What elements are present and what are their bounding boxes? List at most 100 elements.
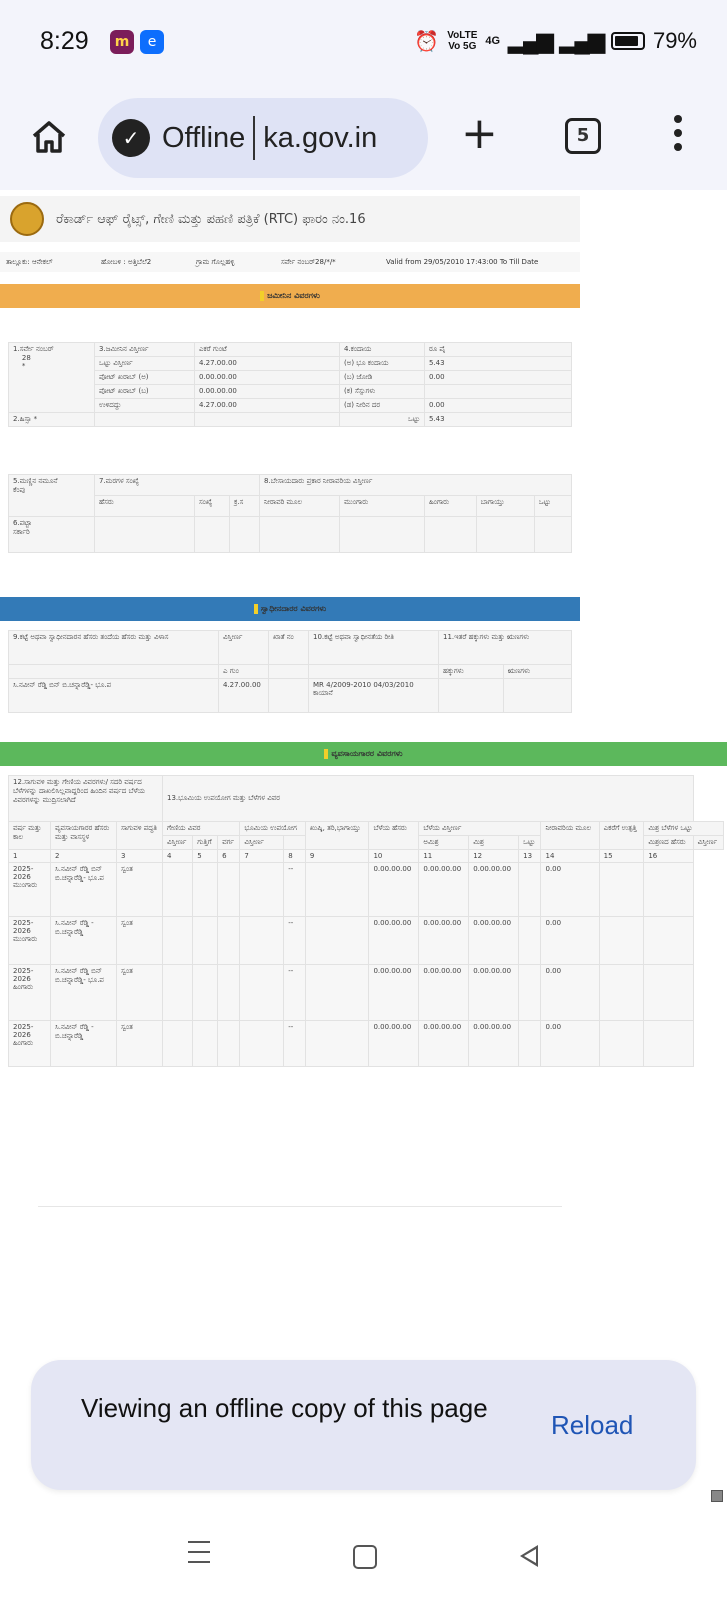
kandaya-total-value: 5.43 (424, 412, 572, 427)
row-mode: ಸ್ವಂತ (116, 916, 163, 965)
row-dash: -- (283, 862, 306, 917)
owner-extent: 4.27.00.00 (218, 678, 269, 713)
reload-button[interactable]: Reload (551, 1410, 633, 1441)
col-crop-name: ಬೆಳೆಯ ಹೆಸರು (368, 821, 420, 850)
sub-unmixed: ಅಮಿಶ್ರ (418, 835, 470, 850)
bagayat-label: ಬಾಗಾಯ್ತು (475, 495, 535, 517)
row-yield: 0.00 (540, 1020, 600, 1067)
area-unit: ಎಕರೆ ಗುಂಟೆ (194, 342, 340, 357)
tree-count-label: ಸಂಖ್ಯೆ (194, 495, 230, 517)
empty-cell (239, 916, 285, 965)
tab-switcher-icon[interactable]: 5 (565, 118, 601, 154)
haqqu-head: ಹಕ್ಕುಗಳು (438, 664, 504, 679)
empty-cell (217, 964, 241, 1021)
sub-class: ವರ್ಗ (217, 835, 241, 850)
col-misc: ಖುಷ್ಕಿ, ತರಿ,ಭಾಗಾಯ್ತು (304, 821, 370, 850)
system-nav-bar (0, 1515, 727, 1600)
empty-cell (217, 916, 241, 965)
survey-label: 1.ಸರ್ವೇ ನಂಬರ್ (13, 345, 54, 353)
empty-cell (643, 964, 694, 1021)
empty-cell (161, 1020, 194, 1067)
empty-cell (598, 1020, 645, 1067)
empty-cell (229, 516, 260, 553)
row-cultivator: ಸಿ.ನವೀನ್ ರೆಡ್ಡಿ - ಬಿ.ಚನ್ನಾರೆಡ್ಡಿ (50, 916, 117, 965)
col-mixed-total: ಮಿಶ್ರ ಬೆಳೆಗಳ ಒಟ್ಟು (643, 821, 724, 836)
url-text[interactable]: ka.gov.in (263, 122, 377, 155)
address-bar[interactable]: ✓ Offline ka.gov.in (98, 98, 428, 178)
empty-cell (283, 835, 306, 850)
row-unmixed: 0.00.00.00 (368, 862, 420, 917)
owner-name-head: 9.ಕಟ್ಟೆ ಅಥವಾ ಸ್ವಾಧೀನದಾರನ ಹೆಸರು ತಂದೆಯ ಹೆಸ… (8, 630, 219, 665)
column-number-row: 1 2 3 4 5 6 7 8 9 10 11 12 13 14 15 16 (8, 849, 724, 863)
crop-head-12: 12.ಸಾಗುವಳಿ ಮತ್ತು ಗೇಣಿಯ ವಿವರಗಳು/ ಸದರಿ ವರ್… (8, 775, 163, 822)
owner-table: 9.ಕಟ್ಟೆ ಅಥವಾ ಸ್ವಾಧೀನದಾರನ ಹೆಸರು ತಂದೆಯ ಹೆಸ… (8, 630, 573, 713)
balance-value: 4.27.00.00 (194, 398, 340, 413)
empty-cell (502, 678, 573, 713)
plus-icon[interactable]: + (461, 112, 498, 156)
col-land-use: ಭೂಮಿಯ ಉಪಯೋಗ (239, 821, 306, 836)
home-nav-icon[interactable] (353, 1545, 377, 1569)
mungaru-label: ಮುಂಗಾರು (339, 495, 425, 517)
row-unmixed: 0.00.00.00 (368, 964, 420, 1021)
col-mode: ಸಾಗುವಳಿ ಪದ್ಧತಿ (116, 821, 163, 850)
recents-icon[interactable] (188, 1541, 210, 1571)
mutation-ref: MR 4/2009-2010 04/03/2010 (313, 681, 414, 689)
sub-lease: ಗುತ್ತಿಗೆ (192, 835, 219, 850)
rtc-meta: ತಾಲ್ಲೂಕು: ಆನೇಕಲ್ ಹೋಬಳಿ : ಅತ್ತಿಬೆಲೆ2 ಗ್ರಾ… (0, 252, 580, 272)
empty-cell (598, 862, 645, 917)
col-irrigation: ನೀರಾವರಿಯ ಮೂಲ (540, 821, 600, 850)
soil-table: 5.ಮಣ್ಣಿನ ನಮೂನೆ ಕೆಂಪು 7.ಮರಗಳ ಸಂಖ್ಯೆ 8.ಬೇಸಾಯದ… (8, 474, 573, 553)
col-year: ವರ್ಷ ಮತ್ತು ಕಾಲ (8, 821, 51, 850)
row-total: 0.00.00.00 (468, 964, 520, 1021)
empty-cell (259, 516, 340, 553)
row-year: 2025-2026 ಹಿಂಗಾರು (8, 1020, 51, 1067)
row-total: 0.00.00.00 (468, 1020, 520, 1067)
back-icon[interactable] (520, 1545, 538, 1567)
empty-cell (161, 964, 194, 1021)
empty-cell (239, 1020, 285, 1067)
survey-cell: 1.ಸರ್ವೇ ನಂಬರ್ 28 * (8, 342, 95, 413)
offline-download-icon[interactable]: ✓ (112, 119, 150, 157)
col-num: 10 (368, 849, 420, 863)
row-mode: ಸ್ವಂತ (116, 1020, 163, 1067)
row-mixed: 0.00.00.00 (418, 862, 470, 917)
mutation-cell: MR 4/2009-2010 04/03/2010 ಕಾಯಾನೆ (308, 678, 439, 713)
table-row: 2025-2026 ಹಿಂಗಾರು ಸಿ.ನವೀನ್ ರೆಡ್ಡಿ - ಬಿ.ಚನ… (8, 1020, 724, 1067)
land-revenue-value: 5.43 (424, 356, 572, 371)
irrigation-head: 8.ಬೇಸಾಯದಾರು ಪ್ರಕಾರ ನೀರಾವರಿಯ ವಿಸ್ತೀರ್ಣ (259, 474, 572, 496)
row-unmixed: 0.00.00.00 (368, 1020, 420, 1067)
col-num: 6 (217, 849, 241, 863)
empty-cell (518, 1020, 542, 1067)
empty-cell (268, 678, 309, 713)
volte-label: VoLTE (447, 30, 478, 41)
empty-cell (192, 1020, 219, 1067)
empty-cell (161, 862, 194, 917)
empty-cell (304, 1020, 370, 1067)
area-label: 3.ಜಮೀನಿನ ವಿಸ್ತೀರ್ಣ (94, 342, 195, 357)
soil-label: 5.ಮಣ್ಣಿನ ನಮೂನೆ (13, 477, 58, 485)
more-vertical-icon[interactable] (673, 115, 683, 157)
offline-label: Offline (162, 121, 246, 154)
empty-cell (217, 1020, 241, 1067)
sub-mix-name: ಮಿಶ್ರಣದ ಹೆಸರು (643, 835, 694, 850)
survey-star: * (21, 362, 26, 370)
cess-label: (ಕ) ಸೆಸ್ಸುಗಳು (339, 384, 425, 399)
sub-mixed: ಮಿಶ್ರ (468, 835, 520, 850)
water-rate-value: 0.00 (424, 398, 572, 413)
col-num: 2 (50, 849, 117, 863)
home-icon[interactable] (30, 118, 68, 156)
scrollbar-thumb[interactable] (711, 1490, 723, 1502)
snackbar-message: Viewing an offline copy of this page (81, 1393, 488, 1423)
khata-head: ಖಾತೆ ನಂ (268, 630, 309, 665)
cess-value (424, 384, 572, 399)
empty-cell (643, 862, 694, 917)
row-cultivator: ಸಿ.ನವೀನ್ ರೆಡ್ಡಿ - ಬಿ.ಚನ್ನಾರೆಡ್ಡಿ (50, 1020, 117, 1067)
empty-cell (192, 862, 219, 917)
signal-icon: ▂▄▆ (508, 28, 553, 53)
crop-table: 12.ಸಾಗುವಳಿ ಮತ್ತು ಗೇಣಿಯ ವಿವರಗಳು/ ಸದರಿ ವರ್… (8, 775, 725, 1067)
sub-total: ಒಟ್ಟು (518, 835, 542, 850)
row-year: 2025-2026 ಮುಂಗಾರು (8, 862, 51, 917)
owner-section-title: ಸ್ವಾಧೀನದಾರರ ವಿವರಗಳು (260, 604, 327, 613)
land-section-band: ಜಮೀನಿನ ವಿವರಗಳು (0, 284, 580, 308)
divider-line (38, 1206, 562, 1207)
